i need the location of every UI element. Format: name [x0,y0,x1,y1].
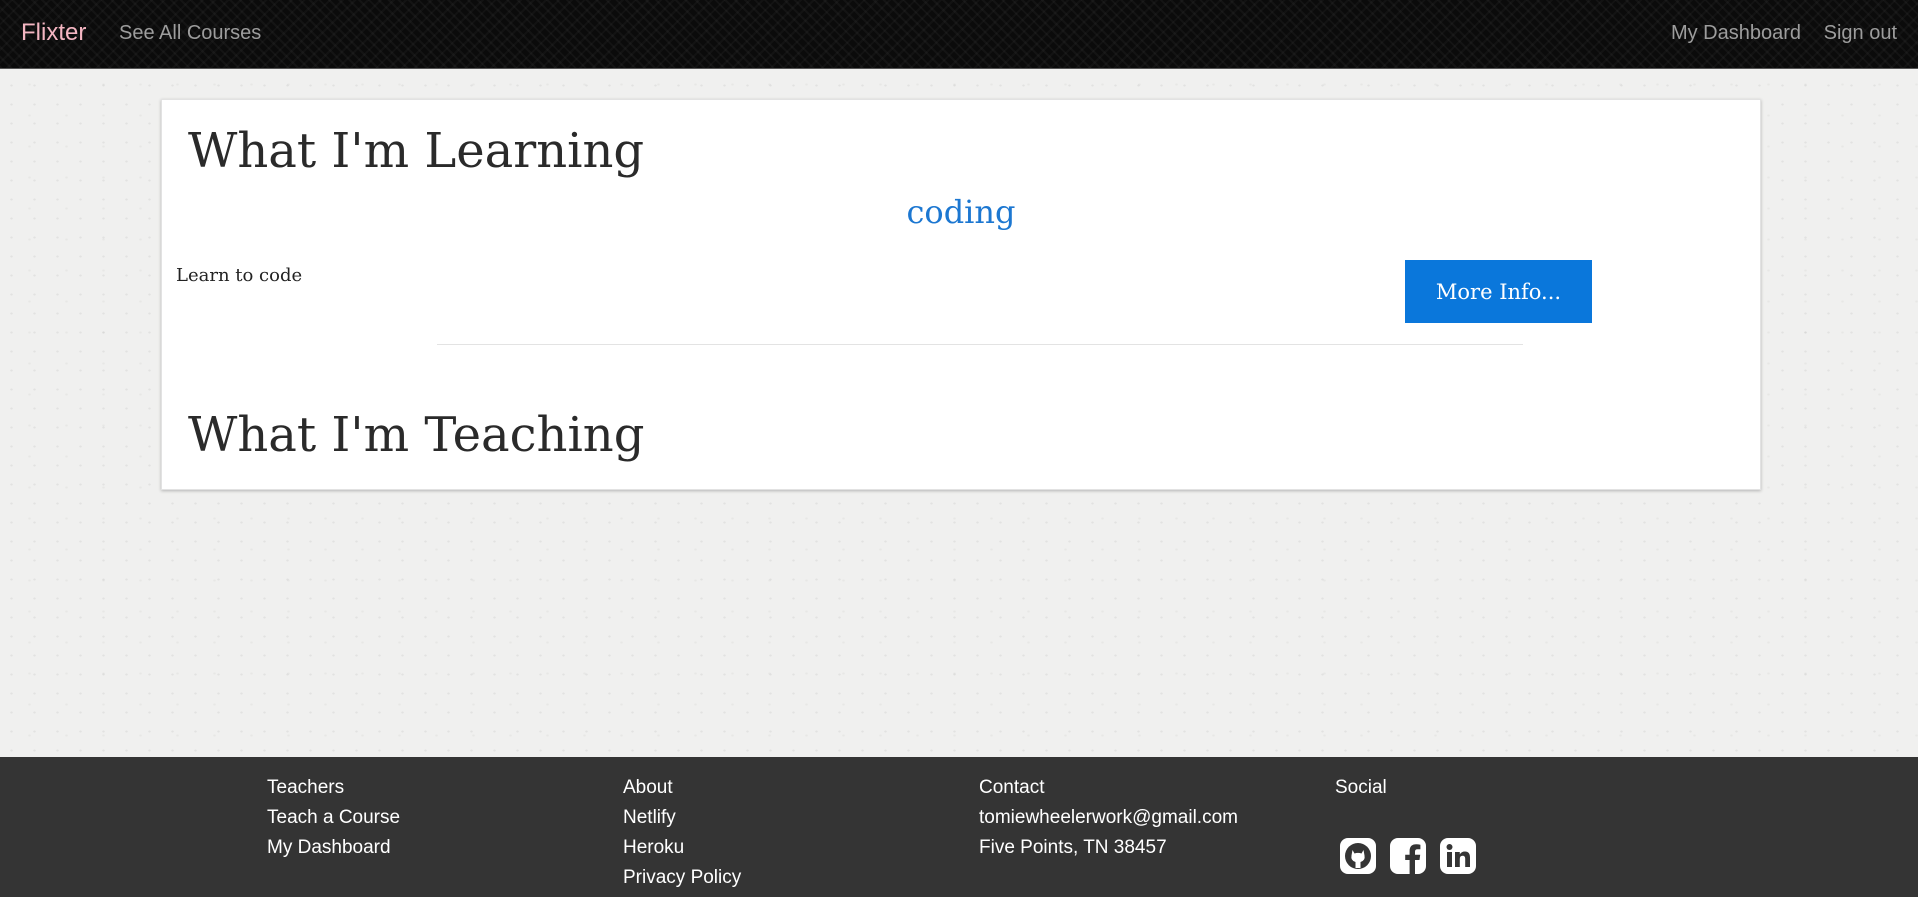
course-description: Learn to code [176,265,303,286]
linkedin-icon[interactable] [1439,837,1477,875]
footer-about-column: About Netlify Heroku Privacy Policy [623,773,741,893]
my-dashboard-link[interactable]: My Dashboard [1671,22,1801,45]
course-title-link[interactable]: coding [162,193,1760,231]
footer-contact-column: Contact tomiewheelerwork@gmail.com Five … [979,773,1238,863]
github-icon[interactable] [1339,837,1377,875]
footer-social-column: Social [1335,773,1387,803]
netlify-link[interactable]: Netlify [623,803,741,833]
teaching-section-title: What I'm Teaching [188,407,645,463]
brand-logo[interactable]: Flixter [21,19,86,47]
footer-contact-heading: Contact [979,777,1045,798]
footer-dashboard-link[interactable]: My Dashboard [267,833,400,863]
learning-section-title: What I'm Learning [188,123,645,179]
teach-a-course-link[interactable]: Teach a Course [267,803,400,833]
top-navbar: Flixter See All Courses My Dashboard Sig… [0,0,1918,69]
sign-out-link[interactable]: Sign out [1824,22,1897,45]
heroku-link[interactable]: Heroku [623,833,741,863]
footer-social-heading: Social [1335,777,1387,798]
site-footer: Teachers Teach a Course My Dashboard Abo… [0,757,1918,897]
privacy-policy-link[interactable]: Privacy Policy [623,863,741,893]
section-divider [437,344,1523,345]
footer-about-heading: About [623,777,673,798]
footer-teachers-heading: Teachers [267,777,345,798]
facebook-icon[interactable] [1389,837,1427,875]
dashboard-panel: What I'm Learning coding Learn to code M… [161,99,1761,490]
contact-address: Five Points, TN 38457 [979,837,1167,858]
footer-teachers-column: Teachers Teach a Course My Dashboard [267,773,400,863]
see-all-courses-link[interactable]: See All Courses [119,22,261,45]
more-info-button[interactable]: More Info... [1405,260,1592,323]
contact-email-link[interactable]: tomiewheelerwork@gmail.com [979,803,1238,833]
